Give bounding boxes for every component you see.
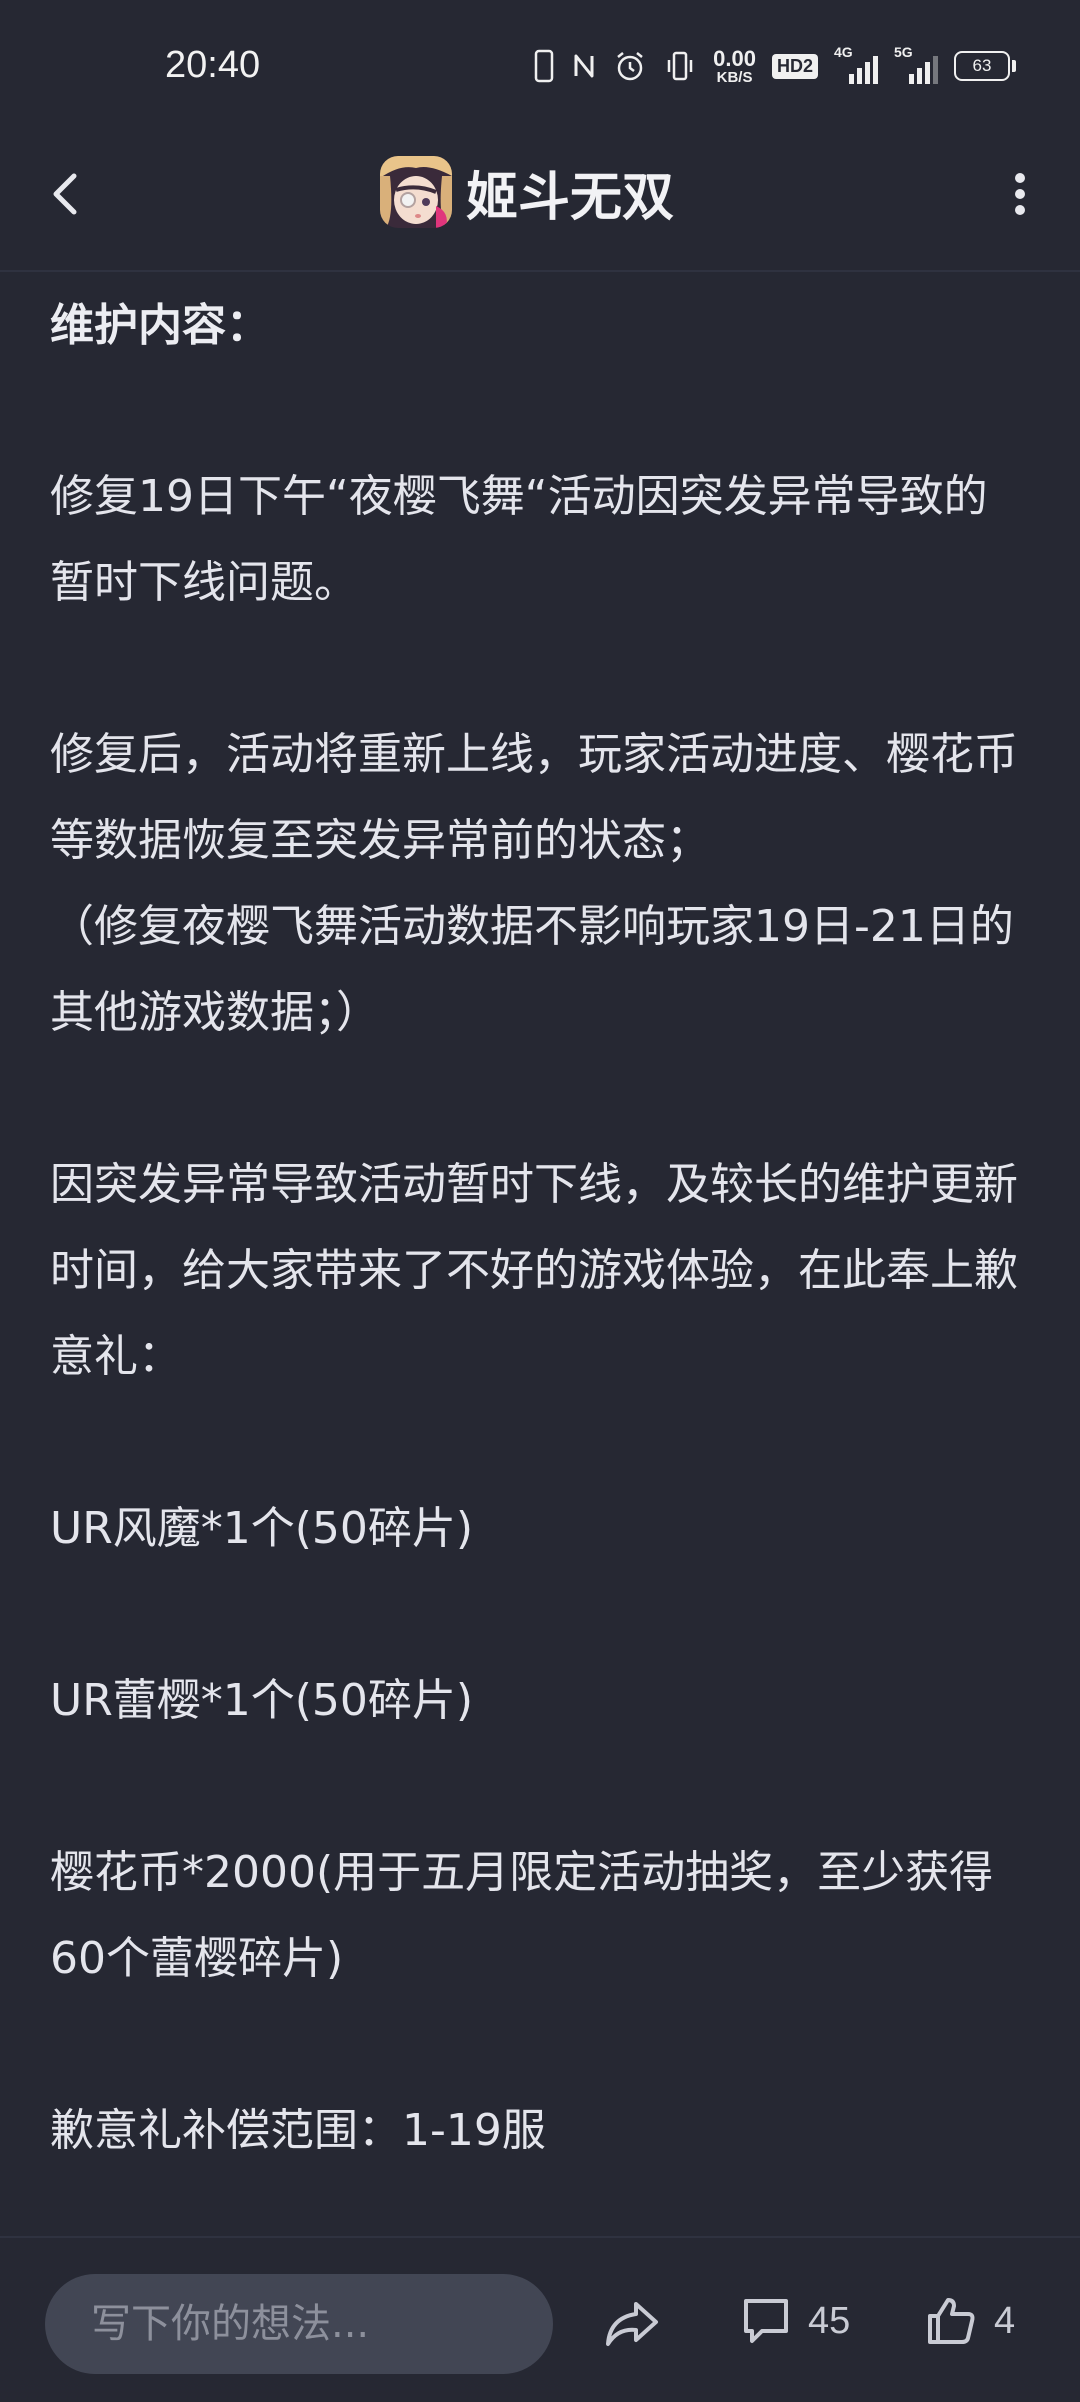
article-paragraph: UR蕾樱*1个(50碎片) (50, 1675, 474, 1726)
more-vertical-icon (1015, 173, 1025, 215)
net-speed: 0.00 KB/S (713, 45, 756, 86)
bottom-action-bar: 45 4 (0, 2236, 1080, 2402)
more-button[interactable] (990, 164, 1050, 224)
status-time: 20:40 (165, 44, 261, 86)
comment-count: 45 (808, 2299, 851, 2342)
nav-title-group: 姬斗无双 (380, 148, 674, 236)
phone-icon (533, 49, 555, 83)
share-icon (606, 2302, 658, 2346)
like-count: 4 (994, 2299, 1016, 2342)
comment-input[interactable] (45, 2274, 553, 2374)
like-button[interactable]: 4 (924, 2286, 1015, 2356)
article-paragraph: 歉意礼补偿范围：1-19服 (50, 2105, 546, 2156)
comments-button[interactable]: 45 (740, 2286, 850, 2356)
chevron-left-icon (53, 173, 77, 215)
hd-icon: HD2 (771, 53, 818, 79)
signal-4g-icon: 4G (834, 44, 878, 86)
article-paragraph: （修复夜樱飞舞活动数据不影响玩家19日-21日的其他游戏数据；） (50, 901, 1014, 1038)
thumbs-up-icon (928, 2298, 975, 2344)
nfc-icon (571, 50, 597, 82)
game-avatar (380, 156, 452, 228)
signal-5g-icon: 5G (894, 44, 938, 86)
alarm-icon (613, 49, 647, 83)
article-paragraph: 因突发异常导致活动暂时下线，及较长的维护更新时间，给大家带来了不好的游戏体验，在… (50, 1159, 1018, 1382)
battery-icon: 63 (954, 51, 1016, 81)
back-button[interactable] (38, 162, 94, 226)
article-paragraph: UR风魔*1个(50碎片) (50, 1503, 474, 1554)
nav-bar: 姬斗无双 (0, 130, 1080, 272)
article-paragraph: 樱花币*2000(用于五月限定活动抽奖，至少获得60个蕾樱碎片) (50, 1847, 994, 1984)
article-content: 维护内容： 修复19日下午“夜樱飞舞“活动因突发异常导致的暂时下线问题。 修复后… (50, 284, 1030, 2174)
article-heading: 维护内容： (50, 300, 270, 351)
status-icons: 0.00 KB/S HD2 4G 5G 63 (533, 44, 1016, 88)
vibrate-icon (663, 49, 697, 83)
comment-icon (744, 2299, 788, 2343)
share-button[interactable] (600, 2292, 664, 2356)
article-paragraph: 修复19日下午“夜樱飞舞“活动因突发异常导致的暂时下线问题。 (50, 471, 988, 608)
nav-title: 姬斗无双 (466, 167, 675, 228)
article-paragraph: 修复后，活动将重新上线，玩家活动进度、樱花币等数据恢复至突发异常前的状态； (50, 729, 1018, 866)
status-bar: 20:40 0.00 KB/S HD2 4G 5G 63 (0, 0, 1080, 130)
